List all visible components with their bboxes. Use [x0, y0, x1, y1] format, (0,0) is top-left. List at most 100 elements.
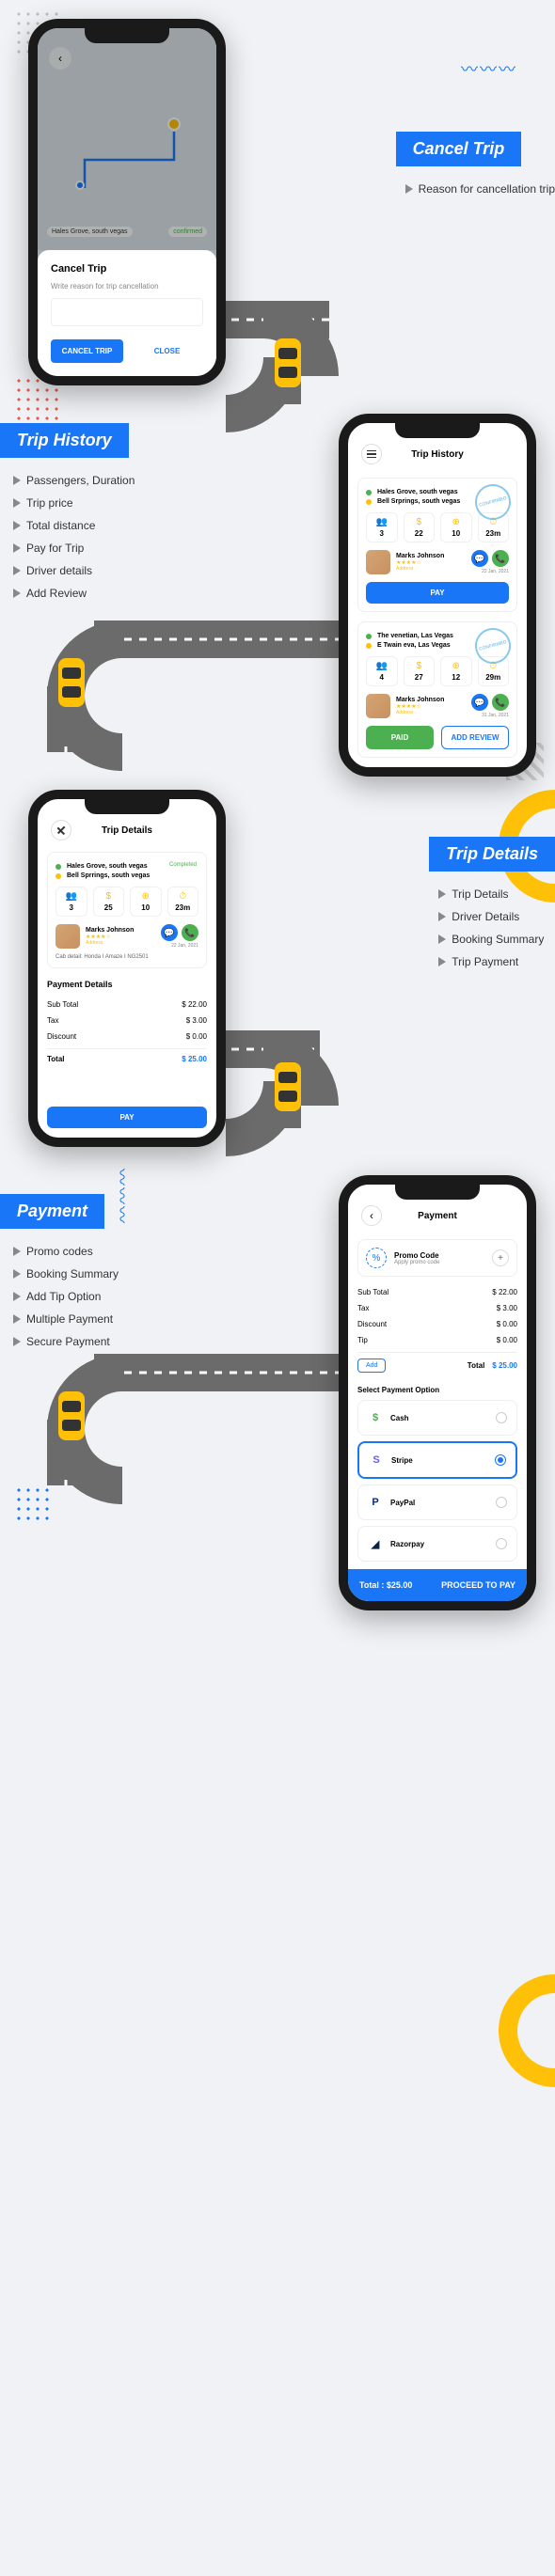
price-icon: $	[96, 891, 122, 902]
distance-icon: ⊕	[133, 891, 159, 902]
feature-item: Add Tip Option	[13, 1285, 119, 1308]
feature-item: Passengers, Duration	[13, 469, 135, 492]
trip-card: CONFIRMED The venetian, Las Vegas E Twai…	[357, 621, 517, 758]
driver-avatar	[366, 694, 390, 718]
cab-detail: Cab detail: Honda I Amaze I NG2501	[56, 954, 198, 960]
section-title-history: Trip History	[0, 423, 129, 458]
driver-address: Address	[396, 710, 466, 715]
trip-date: 31 Jan, 2021	[471, 713, 509, 718]
price-icon: $	[406, 661, 433, 671]
radio-button	[496, 1538, 507, 1549]
from-location: The venetian, Las Vegas	[377, 633, 453, 639]
feature-item: Driver Details	[438, 905, 555, 928]
promo-card[interactable]: % Promo Code Apply promo code +	[357, 1239, 517, 1277]
back-button[interactable]: ‹	[49, 47, 71, 70]
pay-button[interactable]: PAY	[47, 1107, 207, 1128]
passengers-icon: 👥	[369, 661, 395, 671]
radio-button	[495, 1454, 506, 1466]
to-location: E Twain eva, Las Vegas	[377, 642, 451, 649]
driver-rating: ★★★★☆	[396, 703, 466, 710]
distance-icon: ⊕	[443, 661, 469, 671]
close-button[interactable]: CLOSE	[131, 339, 203, 363]
driver-name: Marks Johnson	[396, 553, 466, 559]
menu-button[interactable]	[361, 444, 382, 464]
price-icon: $	[406, 517, 433, 527]
cash-icon: $	[368, 1410, 383, 1425]
payment-option-razorpay[interactable]: ◢ Razorpay	[357, 1526, 517, 1562]
from-location: Hales Grove, south vegas	[377, 489, 458, 495]
page-title: Payment	[418, 1211, 457, 1221]
driver-name: Marks Johnson	[86, 927, 155, 934]
pay-button[interactable]: PAY	[366, 582, 509, 604]
driver-avatar	[366, 550, 390, 574]
call-button[interactable]: 📞	[492, 694, 509, 711]
promo-subtitle: Apply promo code	[394, 1260, 484, 1265]
stripe-icon: S	[369, 1453, 384, 1468]
payment-option-stripe[interactable]: S Stripe	[357, 1441, 517, 1479]
reason-input[interactable]	[51, 298, 203, 326]
feature-item: Secure Payment	[13, 1330, 119, 1353]
chat-button[interactable]: 💬	[471, 550, 488, 567]
radio-button	[496, 1497, 507, 1508]
chat-button[interactable]: 💬	[471, 694, 488, 711]
distance-icon: ⊕	[443, 517, 469, 527]
page-title: Trip History	[411, 449, 464, 460]
cancel-bottom-sheet: Cancel Trip Write reason for trip cancel…	[38, 250, 216, 376]
from-location: Hales Grove, south vegas	[67, 863, 148, 870]
to-location: Bell Srprings, south vegas	[377, 498, 460, 505]
feature-item: Promo codes	[13, 1240, 119, 1263]
trip-date: 22 Jan, 2021	[471, 569, 509, 574]
call-button[interactable]: 📞	[182, 924, 198, 941]
proceed-button[interactable]: PROCEED TO PAY	[441, 1580, 515, 1590]
driver-name: Marks Johnson	[396, 697, 466, 703]
paid-button[interactable]: PAID	[366, 726, 434, 749]
feature-item: Add Review	[13, 582, 135, 605]
trip-date: 22 Jan, 2021	[161, 943, 198, 949]
promo-icon: %	[366, 1248, 387, 1268]
to-location: Bell Sprrings, south vegas	[67, 872, 150, 879]
feature-item: Pay for Trip	[13, 537, 135, 559]
trip-card: CONFIRMED Hales Grove, south vegas Bell …	[357, 478, 517, 612]
sheet-prompt: Write reason for trip cancellation	[51, 282, 203, 291]
pickup-address: Hales Grove, south vegas	[47, 227, 133, 237]
sheet-title: Cancel Trip	[51, 263, 203, 275]
passengers-icon: 👥	[58, 891, 85, 902]
paypal-icon: P	[368, 1495, 383, 1510]
driver-address: Address	[396, 566, 466, 572]
footer-total: Total : $25.00	[359, 1580, 412, 1590]
feature-item: Booking Summary	[438, 928, 555, 950]
section-title-details: Trip Details	[429, 837, 555, 872]
cancel-trip-button[interactable]: CANCEL TRIP	[51, 339, 123, 363]
section-title-payment: Payment	[0, 1194, 104, 1229]
feature-item: Trip Payment	[438, 950, 555, 973]
feature-item: Reason for cancellation trip	[405, 178, 555, 200]
status-label: confirmed	[168, 227, 207, 237]
payment-option-cash[interactable]: $ Cash	[357, 1400, 517, 1436]
feature-item: Trip Details	[438, 883, 555, 905]
promo-title: Promo Code	[394, 1251, 484, 1260]
page-title: Trip Details	[102, 825, 152, 836]
add-promo-button[interactable]: +	[492, 1249, 509, 1266]
driver-address: Address	[86, 940, 155, 946]
feature-item: Multiple Payment	[13, 1308, 119, 1330]
select-payment-title: Select Payment Option	[357, 1386, 517, 1394]
section-title-cancel: Cancel Trip	[396, 132, 522, 166]
feature-item: Trip price	[13, 492, 135, 514]
checkout-bar: Total : $25.00 PROCEED TO PAY	[348, 1569, 527, 1601]
add-review-button[interactable]: ADD REVIEW	[441, 726, 509, 749]
add-tip-button[interactable]: Add	[357, 1359, 386, 1373]
passengers-icon: 👥	[369, 517, 395, 527]
chat-button[interactable]: 💬	[161, 924, 178, 941]
feature-item: Total distance	[13, 514, 135, 537]
feature-item: Booking Summary	[13, 1263, 119, 1285]
duration-icon: ⏱	[170, 891, 197, 902]
driver-rating: ★★★★☆	[396, 559, 466, 566]
call-button[interactable]: 📞	[492, 550, 509, 567]
back-button[interactable]: ‹	[361, 1205, 382, 1226]
feature-item: Driver details	[13, 559, 135, 582]
back-button[interactable]	[51, 820, 71, 840]
driver-rating: ★★★★☆	[86, 934, 155, 940]
completed-badge: Completed	[169, 862, 197, 868]
radio-button	[496, 1412, 507, 1423]
payment-option-paypal[interactable]: P PayPal	[357, 1484, 517, 1520]
